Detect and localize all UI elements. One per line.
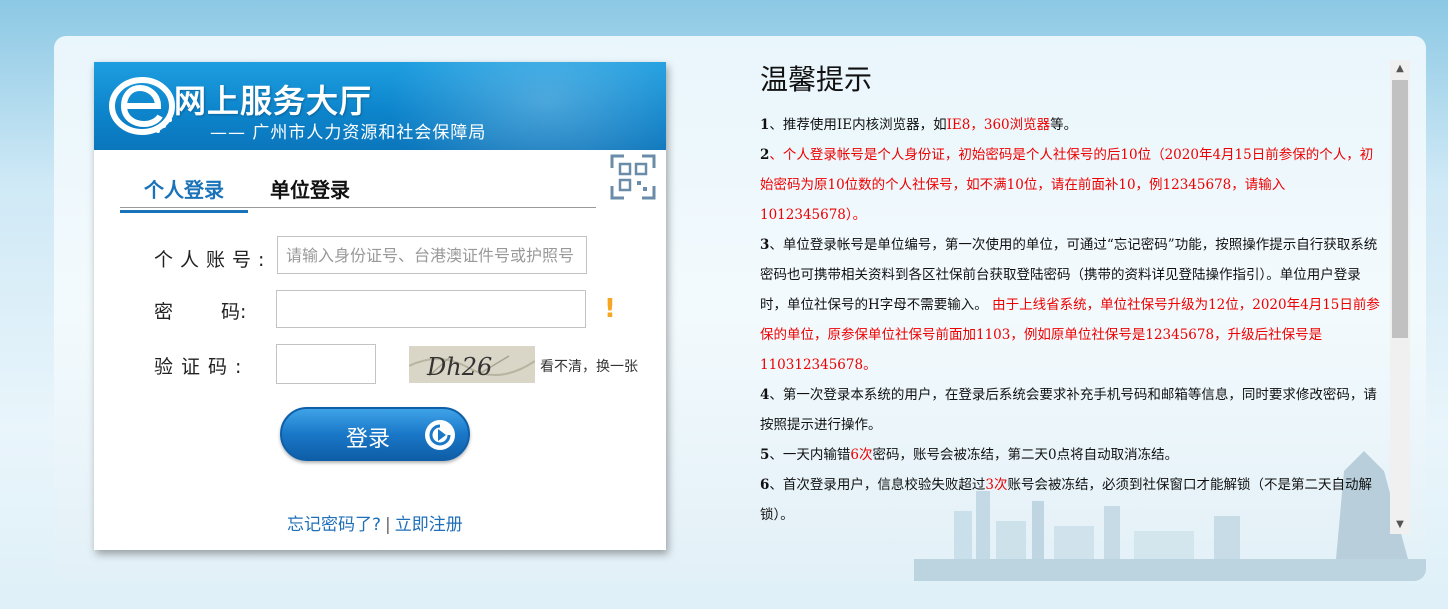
captcha-image[interactable]: Dh26 xyxy=(409,346,535,383)
login-button[interactable]: 登录 xyxy=(280,407,470,461)
login-button-label: 登录 xyxy=(346,427,391,452)
tips-scrollbar[interactable]: ▲ ▼ xyxy=(1390,60,1410,534)
main-panel: 网上服务大厅 —— 广州市人力资源和社会保障局 个人登录 单位登录 个人账号: … xyxy=(54,36,1426,581)
scroll-down-icon[interactable]: ▼ xyxy=(1390,516,1410,534)
tip-n: 1 xyxy=(760,117,770,133)
link-separator: | xyxy=(385,515,391,535)
tip-red: 、个人登录帐号是个人身份证，初始密码是个人社保号的后10位（2020年4月15日… xyxy=(760,147,1374,223)
captcha-text: Dh26 xyxy=(426,353,492,381)
account-input[interactable] xyxy=(277,236,587,274)
password-input[interactable] xyxy=(276,290,586,328)
tip-item: 3、单位登录帐号是单位编号，第一次使用的单位，可通过“忘记密码”功能，按照操作提… xyxy=(760,230,1384,380)
tip-red: 3次 xyxy=(985,477,1008,493)
header-subtitle: —— 广州市人力资源和社会保障局 xyxy=(210,123,487,143)
password-label-right: 码: xyxy=(221,301,247,323)
tab-unit-login[interactable]: 单位登录 xyxy=(270,174,350,203)
register-link[interactable]: 立即注册 xyxy=(395,515,463,535)
header-title: 网上服务大厅 xyxy=(174,82,373,120)
e-logo-icon xyxy=(109,77,175,135)
captcha-label: 验证码: xyxy=(154,356,250,378)
password-label-left: 密 xyxy=(154,301,174,323)
scroll-up-icon[interactable]: ▲ xyxy=(1390,60,1410,78)
warning-icon: ! xyxy=(604,294,616,324)
tip-pre: 、第一次登录本系统的用户，在登录后系统会要求补充手机号码和邮箱等信息，同时要求修… xyxy=(760,387,1377,433)
tip-n: 3 xyxy=(760,237,770,253)
tip-pre: 、首次登录用户，信息校验失败超过 xyxy=(769,477,986,493)
tip-n: 6 xyxy=(760,477,770,493)
bottom-links: 忘记密码了? | 立即注册 xyxy=(287,510,463,535)
card-header: 网上服务大厅 —— 广州市人力资源和社会保障局 xyxy=(94,62,666,150)
qr-code-icon[interactable] xyxy=(610,154,656,200)
tip-n: 5 xyxy=(760,447,770,463)
password-label: 密 码: xyxy=(154,297,246,324)
tab-personal-login[interactable]: 个人登录 xyxy=(120,174,248,213)
account-label: 个人账号: xyxy=(154,249,272,271)
tip-pre: 、推荐使用IE内核浏览器，如 xyxy=(769,117,947,133)
tip-pre: 、一天内输错 xyxy=(769,447,851,463)
tip-item: 2、个人登录帐号是个人身份证，初始密码是个人社保号的后10位（2020年4月15… xyxy=(760,140,1384,230)
tips-list: 1、推荐使用IE内核浏览器，如IE8，360浏览器等。 2、个人登录帐号是个人身份… xyxy=(760,110,1384,526)
tip-n: 2 xyxy=(760,147,770,163)
scroll-thumb[interactable] xyxy=(1392,80,1408,338)
login-tabs: 个人登录 单位登录 xyxy=(120,170,596,213)
tip-post: 等。 xyxy=(1050,117,1078,133)
tips-title: 温馨提示 xyxy=(760,63,873,96)
tip-red: IE8，360浏览器 xyxy=(946,117,1051,133)
tip-post: 密码，账号会被冻结，第二天0点将自动取消冻结。 xyxy=(872,447,1179,463)
refresh-captcha-link[interactable]: 看不清，换一张 xyxy=(540,356,638,376)
tip-n: 4 xyxy=(760,387,770,403)
tip-item: 1、推荐使用IE内核浏览器，如IE8，360浏览器等。 xyxy=(760,110,1384,140)
login-card: 网上服务大厅 —— 广州市人力资源和社会保障局 个人登录 单位登录 个人账号: … xyxy=(94,62,666,550)
arrow-right-icon xyxy=(425,420,455,450)
tip-red: 6次 xyxy=(850,447,873,463)
forgot-password-link[interactable]: 忘记密码了? xyxy=(287,515,381,535)
tip-item: 4、第一次登录本系统的用户，在登录后系统会要求补充手机号码和邮箱等信息，同时要求… xyxy=(760,380,1384,440)
tip-item: 6、首次登录用户，信息校验失败超过3次账号会被冻结，必须到社保窗口才能解锁（不是… xyxy=(760,470,1384,526)
captcha-input[interactable] xyxy=(276,344,376,384)
tip-item: 5、一天内输错6次密码，账号会被冻结，第二天0点将自动取消冻结。 xyxy=(760,440,1384,470)
